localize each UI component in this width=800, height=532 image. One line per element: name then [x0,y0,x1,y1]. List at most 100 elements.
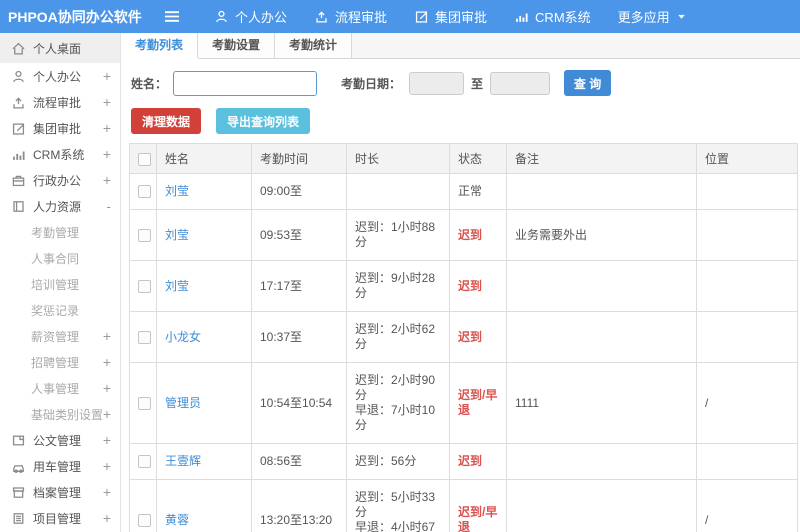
location-cell [696,209,798,261]
menu-icon[interactable] [163,9,181,24]
sidebar-item[interactable]: 人事管理 + [0,375,120,401]
search-button[interactable]: 查 询 [564,70,612,96]
expand-toggle[interactable]: + [103,380,111,396]
col-header-note: 备注 [506,143,697,174]
sidebar-item-label: 培训管理 [31,277,80,292]
row-checkbox[interactable] [138,513,151,527]
row-checkbox[interactable] [138,396,151,410]
expand-toggle[interactable]: + [103,510,111,526]
employee-name-link[interactable]: 刘莹 [165,184,189,198]
duration-cell: 迟到：56分 [346,443,450,480]
status-badge: 迟到 [458,227,483,242]
sidebar-item[interactable]: 奖惩记录 [0,297,120,323]
sidebar-item-label: 行政办公 [33,173,82,188]
row-checkbox[interactable] [138,330,151,344]
note-cell: 业务需要外出 [506,209,697,261]
table-row: 刘莹 17:17至 迟到：9小时28分 迟到 [129,260,798,312]
expand-toggle[interactable]: + [103,146,111,162]
nav-item[interactable]: 个人办公 [214,7,287,26]
tab[interactable]: 考勤设置 [198,33,276,58]
expand-toggle[interactable]: + [103,432,111,448]
sidebar-item-label: 基础类别设置 [31,407,104,422]
expand-toggle[interactable]: - [106,198,111,214]
nav-item[interactable]: 流程审批 [314,7,387,26]
expand-toggle[interactable]: + [103,172,111,188]
filter-bar: 姓名： 考勤日期： 至 查 询 [121,59,800,106]
row-checkbox[interactable] [138,455,151,469]
nav-item-label: CRM系统 [535,10,591,25]
sidebar-item-label: 个人桌面 [33,41,82,56]
sidebar-item[interactable]: 公文管理 + [0,427,120,453]
sidebar-item[interactable]: 人力资源 - [0,193,120,219]
tab[interactable]: 考勤统计 [275,33,353,58]
caret-down-icon [676,11,687,22]
employee-name-link[interactable]: 刘莹 [165,228,189,242]
expand-toggle[interactable]: + [103,120,111,136]
nav-item[interactable]: 更多应用 [618,7,687,26]
expand-toggle[interactable]: + [103,354,111,370]
expand-toggle[interactable]: + [103,406,111,422]
sidebar-item[interactable]: 行政办公 + [0,167,120,193]
tab[interactable]: 考勤列表 [121,33,199,58]
row-checkbox[interactable] [138,279,151,293]
sidebar-item[interactable]: 集团审批 + [0,115,120,141]
sidebar-item[interactable]: 培训管理 [0,271,120,297]
main-content: 考勤列表 考勤设置 考勤统计 姓名： 考勤日期： 至 查 询 清理数据 导出查询… [121,33,800,532]
user-icon [214,9,229,24]
nav-item-label: 个人办公 [235,10,288,25]
sidebar-item[interactable]: 流程审批 + [0,89,120,115]
sidebar-item-label: CRM系统 [33,147,85,162]
expand-toggle[interactable]: + [103,458,111,474]
expand-toggle[interactable]: + [103,484,111,500]
topbar: PHPOA协同办公软件 个人办公 流程审批 集团审批 CRM系统 更多应用 [0,0,800,33]
sidebar-item[interactable]: 个人桌面 [0,33,120,63]
date-end-input[interactable] [490,71,551,95]
nav-item[interactable]: 集团审批 [414,7,487,26]
edit-icon [414,9,429,24]
nav-item-label: 更多应用 [617,10,670,25]
employee-name-link[interactable]: 管理员 [165,396,201,410]
employee-name-link[interactable]: 王壹辉 [165,454,201,468]
location-cell: / [696,362,798,444]
status-badge: 迟到 [458,454,483,468]
employee-name-link[interactable]: 小龙女 [165,330,201,344]
user-icon [11,69,26,84]
note-cell [506,443,697,480]
note-cell [506,311,697,363]
chart-icon [514,9,529,24]
sidebar-item[interactable]: 用车管理 + [0,453,120,479]
export-list-button[interactable]: 导出查询列表 [216,108,311,134]
clear-data-button[interactable]: 清理数据 [131,108,202,134]
row-checkbox[interactable] [138,228,151,242]
status-badge: 迟到 [458,278,483,293]
sidebar-item[interactable]: 人事合同 [0,245,120,271]
sidebar-item[interactable]: 个人办公 + [0,63,120,89]
col-header-time: 考勤时间 [251,143,347,174]
date-label: 考勤日期： [341,76,402,91]
expand-toggle[interactable]: + [103,94,111,110]
employee-name-link[interactable]: 黄蓉 [165,513,189,527]
sidebar-item[interactable]: 招聘管理 + [0,349,120,375]
name-input[interactable] [173,70,318,96]
sidebar-item[interactable]: 档案管理 + [0,479,120,505]
edit-icon [11,121,26,136]
nav-item[interactable]: CRM系统 [514,7,591,26]
employee-name-link[interactable]: 刘莹 [165,279,189,293]
name-label: 姓名： [131,76,168,91]
app-logo[interactable]: PHPOA协同办公软件 [0,7,163,27]
date-start-input[interactable] [409,71,465,95]
row-checkbox[interactable] [138,185,151,199]
status-badge: 迟到/早退 [458,388,498,417]
sidebar-item-label: 用车管理 [33,459,82,474]
select-all-checkbox[interactable] [138,152,151,166]
expand-toggle[interactable]: + [103,328,111,344]
table-row: 王壹辉 08:56至 迟到：56分 迟到 [129,443,798,480]
sidebar-item[interactable]: 考勤管理 [0,219,120,245]
archive-icon [11,485,26,500]
expand-toggle[interactable]: + [103,68,111,84]
sidebar-item[interactable]: 项目管理 + [0,505,120,531]
col-header-name: 姓名 [156,143,252,174]
sidebar-item[interactable]: CRM系统 + [0,141,120,167]
sidebar-item[interactable]: 薪资管理 + [0,323,120,349]
sidebar-item[interactable]: 基础类别设置 + [0,401,120,427]
